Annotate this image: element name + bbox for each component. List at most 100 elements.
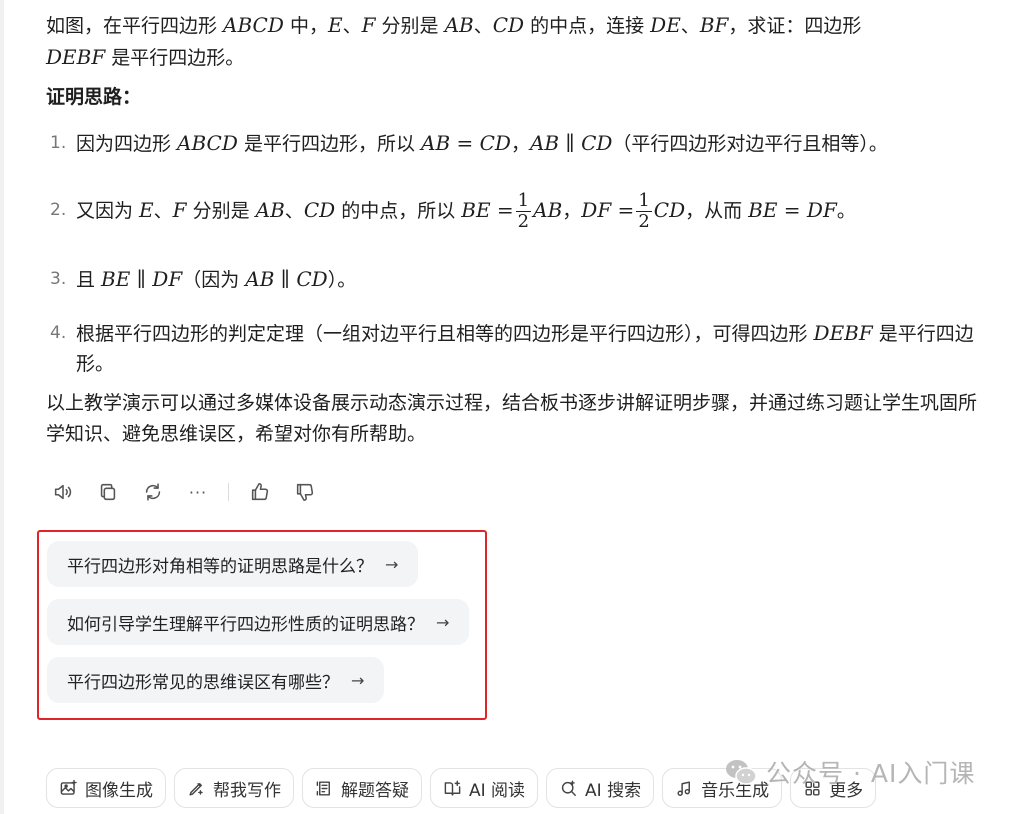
more-button[interactable]: ··· [183,477,213,507]
watermark: 公众号 · AI入门课 [724,754,975,790]
fraction-denominator: 2 [517,211,530,232]
math-expr: BE = DF [748,198,837,222]
math-ab: AB [444,13,474,37]
solve-icon [316,780,330,796]
step-number: 2. [50,200,67,220]
math-debf: DEBF [46,45,106,69]
math-f: F [361,13,376,37]
problem-statement: 如图，在平行四边形 ABCD 中，E、F 分别是 AB、CD 的中点，连接 DE… [46,10,976,74]
step-text: 且 [76,269,102,291]
math-expr: AB [533,198,563,222]
summary-text: 以上教学演示可以通过多媒体设备展示动态演示过程，结合板书逐步讲解证明步骤，并通过… [46,392,978,445]
left-border [0,0,4,814]
suggestion-label: 平行四边形常见的思维误区有哪些？ [67,672,339,693]
tool-ai-search[interactable]: AI 搜索 [546,768,655,808]
suggestion-chip[interactable]: 平行四边形常见的思维误区有哪些？ → [47,657,385,703]
heading-colon: ： [122,86,142,108]
math-expr: DEBF [813,321,873,345]
suggestion-label: 如何引导学生理解平行四边形性质的证明思路？ [67,614,424,635]
math-e: E [327,13,343,37]
fraction-denominator: 2 [638,211,650,232]
proof-step-2: 2. 又因为 E、F 分别是 AB、CD 的中点，所以 BE = 1 2 AB，DF … [46,183,986,238]
step-number: 1. [50,133,67,153]
problem-text: 、 [342,15,362,37]
tool-writing[interactable]: 帮我写作 [174,768,294,808]
copy-icon [100,483,116,501]
tool-solve[interactable]: 解题答疑 [302,768,422,808]
step-number: 4. [50,323,67,343]
tool-label: 图像生成 [85,780,153,801]
thumbs-up-icon [251,482,269,501]
math-expr: ABCD [177,131,238,155]
math-expr: AB ∥ CD [245,267,328,291]
math-bf: BF [699,13,729,37]
step-text: 根据平行四边形的判定定理（一组对边平行且相等的四边形是平行四边形），可得四边形 [76,323,814,345]
step-text: ，从而 [685,200,749,222]
speaker-button[interactable] [48,477,78,507]
math-expr: F [172,198,187,222]
problem-text: ，求证：四边形 [728,15,862,37]
tool-label: AI 搜索 [585,780,642,801]
fraction-numerator: 1 [636,190,652,212]
copy-button[interactable] [93,477,123,507]
problem-text: 分别是 [375,15,445,37]
problem-text: 、 [680,15,700,37]
step-text: 又因为 [76,200,140,222]
math-expr: DF = [581,198,635,222]
action-divider [228,483,229,501]
math-expr: E [139,198,154,222]
problem-text: 中， [283,15,328,37]
section-heading: 证明思路： [46,82,141,112]
tool-label: 帮我写作 [213,780,281,801]
wechat-logo-icon [726,760,757,785]
fraction-half: 12 [636,190,652,232]
tool-label: AI 阅读 [469,780,526,801]
tool-label: 解题答疑 [341,780,409,801]
refresh-icon [145,483,161,501]
step-text: ， [562,200,582,222]
arrow-right-icon: → [351,670,365,690]
proof-step-4: 4. 根据平行四边形的判定定理（一组对边平行且相等的四边形是平行四边形），可得四… [46,318,986,379]
math-expr: CD [303,198,336,222]
music-icon [677,780,691,796]
message-actions: ··· [48,477,335,507]
step-text: （平行四边形对边平行且相等）。 [612,133,888,155]
more-icon: ··· [188,482,208,502]
suggestion-label: 平行四边形对角相等的证明思路是什么？ [67,556,373,577]
problem-text: 、 [473,15,493,37]
math-expr: AB = CD [421,131,511,155]
speaker-icon [54,484,72,500]
arrow-right-icon: → [385,554,399,574]
step-text: 、 [284,200,304,222]
step-text: ）。 [327,269,357,291]
suggestion-chip[interactable]: 如何引导学生理解平行四边形性质的证明思路？ → [47,599,470,645]
math-abcd: ABCD [223,13,284,37]
step-text: 。 [836,200,856,222]
thumbs-down-button[interactable] [290,477,320,507]
tool-image-generation[interactable]: 图像生成 [46,768,166,808]
step-text: 因为四边形 [76,133,178,155]
step-text: 的中点，所以 [335,200,462,222]
step-text: ， [510,133,530,155]
regenerate-button[interactable] [138,477,168,507]
math-expr: AB [255,198,285,222]
thumbs-up-button[interactable] [245,477,275,507]
math-expr: BE ∥ DF [101,267,183,291]
search-icon [561,780,576,796]
tool-ai-reading[interactable]: AI 阅读 [430,768,539,808]
fraction-numerator: 1 [515,190,532,212]
thumbs-down-icon [296,483,314,502]
suggestion-chip[interactable]: 平行四边形对角相等的证明思路是什么？ → [47,541,419,587]
step-text: 是平行四边形，所以 [237,133,421,155]
fraction-half: 12 [515,190,532,232]
step-text: 分别是 [186,200,256,222]
heading-label: 证明思路 [46,86,123,108]
math-expr: CD [653,198,686,222]
step-text: 、 [153,200,173,222]
math-cd: CD [492,13,525,37]
watermark-text: 公众号 · AI入门课 [766,759,976,788]
problem-text: 如图，在平行四边形 [46,15,224,37]
image-icon [60,779,77,795]
book-icon [444,780,461,796]
proof-step-3: 3. 且 BE ∥ DF（因为 AB ∥ CD）。 [46,264,986,295]
